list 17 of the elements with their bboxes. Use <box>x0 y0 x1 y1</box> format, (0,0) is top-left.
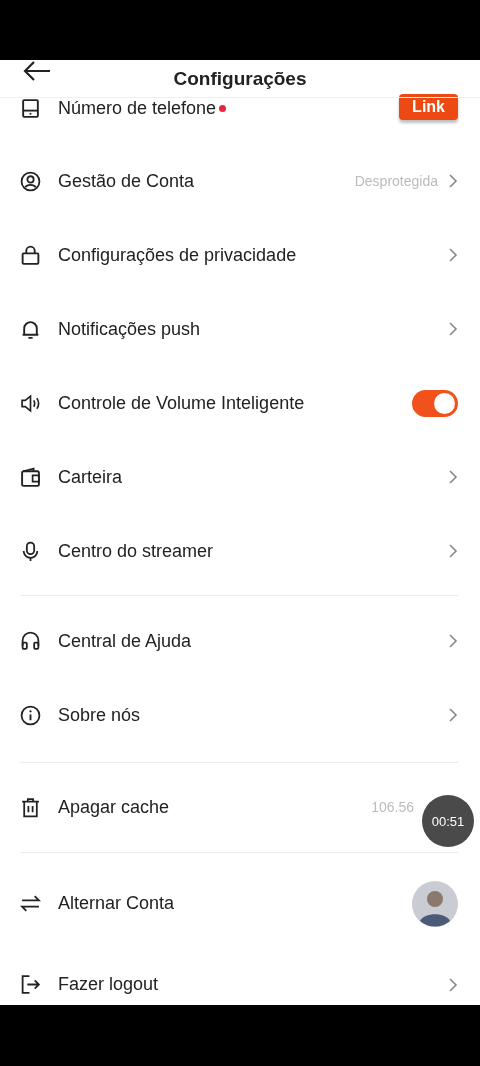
row-label[interactable]: Sobre nós <box>58 704 141 726</box>
page-title: Configurações <box>173 67 307 90</box>
row-label[interactable]: Controle de Volume Inteligente <box>58 392 305 414</box>
row-label[interactable]: Notificações push <box>58 318 201 340</box>
row-label[interactable]: Apagar cache <box>58 796 170 818</box>
row-value: Desprotegida <box>354 173 438 189</box>
row-label[interactable]: Fazer logout <box>58 974 159 995</box>
cache-size: 106.56 <box>371 799 414 815</box>
row-label[interactable]: Centro do streamer <box>58 540 214 562</box>
row-label[interactable]: Gestão de Conta <box>58 170 195 192</box>
recording-timer[interactable]: 00:51 <box>422 795 474 847</box>
link-button[interactable]: Link <box>399 94 458 120</box>
row-label[interactable]: Número de telefone <box>58 98 217 119</box>
row-label[interactable]: Alternar Conta <box>58 893 175 914</box>
row-label[interactable]: Central de Ajuda <box>58 630 192 652</box>
row-label[interactable]: Configurações de privacidade <box>58 244 297 266</box>
row-label[interactable]: Carteira <box>58 466 123 488</box>
